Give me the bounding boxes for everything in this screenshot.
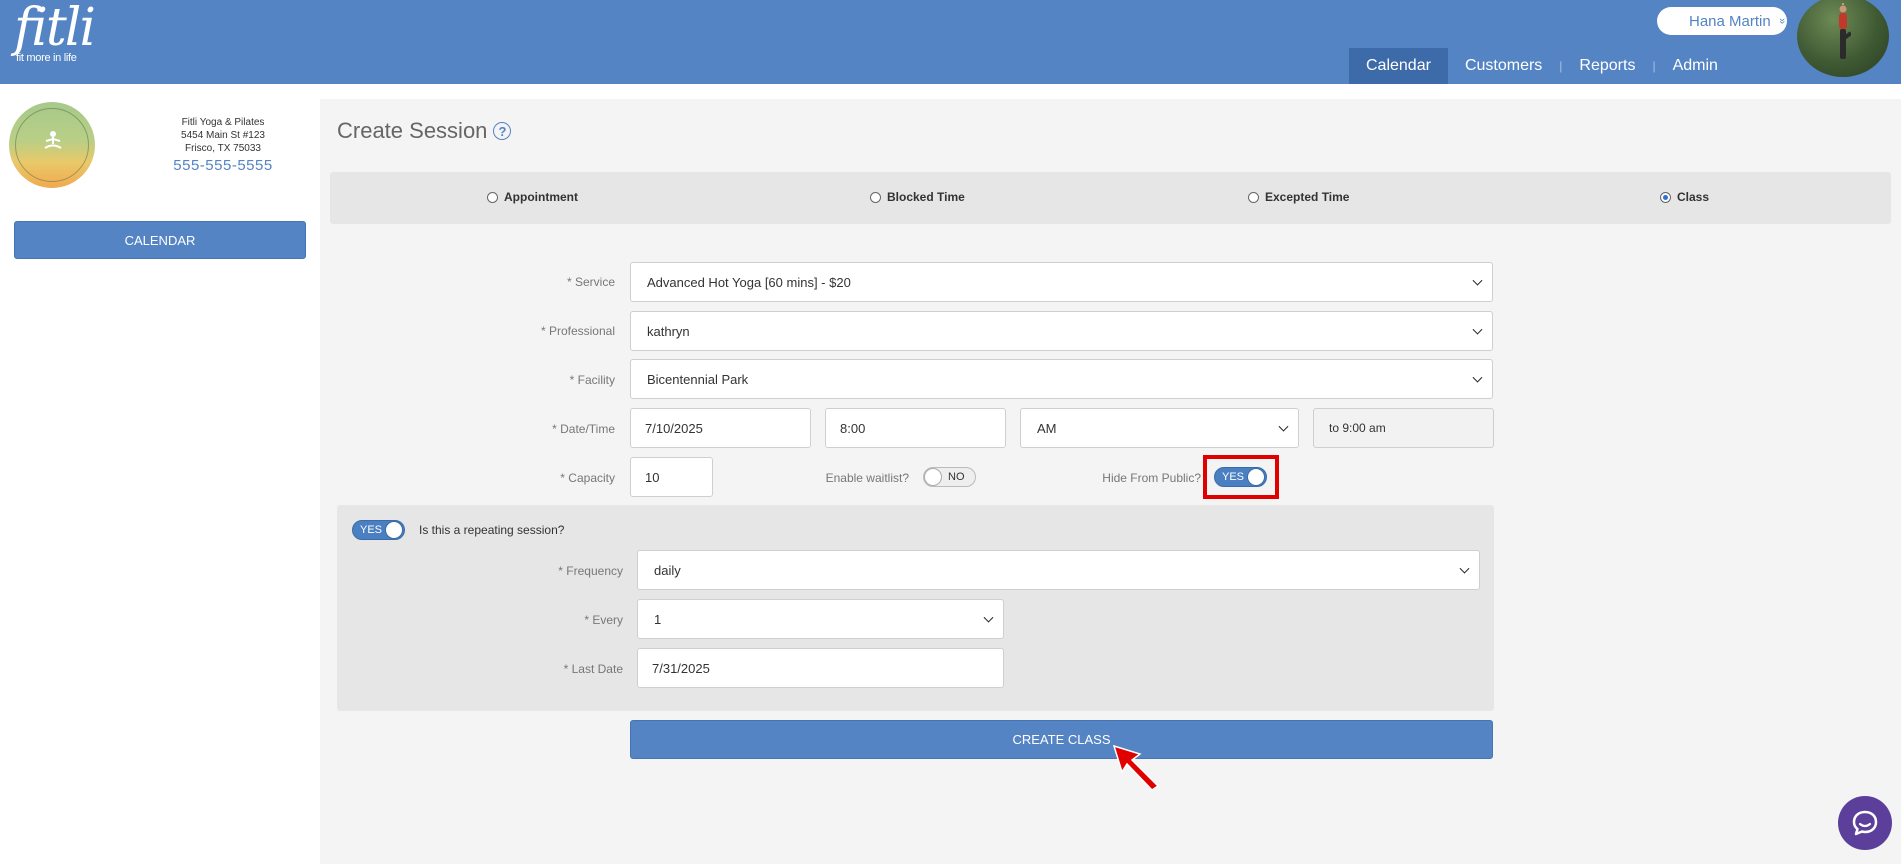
professional-value: kathryn <box>647 323 690 339</box>
professional-select[interactable]: kathryn <box>630 311 1493 351</box>
professional-label: * Professional <box>540 324 615 338</box>
create-class-button[interactable]: CREATE CLASS <box>630 720 1493 759</box>
radio-button[interactable] <box>870 191 881 203</box>
address-line-1: 5454 Main St #123 <box>181 130 265 141</box>
frequency-select[interactable]: daily <box>637 550 1480 590</box>
user-name: Hana Martin <box>1689 12 1771 30</box>
business-logo <box>9 102 95 188</box>
sidebar: Fitli Yoga & Pilates 5454 Main St #123 F… <box>0 84 320 864</box>
radio-label: Blocked Time <box>887 190 965 204</box>
top-bar: fitli fit more in life Hana Martin » Cal… <box>0 0 1901 84</box>
service-label: * Service <box>566 275 615 289</box>
nav-customers[interactable]: Customers <box>1448 48 1559 84</box>
nav-admin[interactable]: Admin <box>1656 48 1735 84</box>
business-phone[interactable]: 555-555-5555 <box>158 158 288 173</box>
user-menu[interactable]: Hana Martin » <box>1657 7 1788 35</box>
radio-class[interactable]: Class <box>1660 190 1709 204</box>
radio-excepted-time[interactable]: Excepted Time <box>1248 190 1349 204</box>
arrow-cursor-icon <box>1112 744 1160 791</box>
ampm-value: AM <box>1037 420 1057 436</box>
every-value: 1 <box>654 611 662 627</box>
address-line-2: Frisco, TX 75033 <box>185 143 261 154</box>
page-title-text: Create Session <box>337 118 488 143</box>
logo-word: fitli <box>14 0 96 58</box>
last-date-value: 7/31/2025 <box>652 660 710 676</box>
radio-label: Class <box>1677 190 1710 204</box>
main-nav: Calendar Customers | Reports | Admin <box>1349 48 1735 84</box>
end-time-display: to 9:00 am <box>1313 408 1494 448</box>
chat-icon <box>1852 810 1878 836</box>
calendar-button[interactable]: CALENDAR <box>14 221 306 259</box>
frequency-label: * Frequency <box>558 564 623 578</box>
service-select[interactable]: Advanced Hot Yoga [60 mins] - $20 <box>630 262 1493 302</box>
datetime-label: * Date/Time <box>552 422 615 436</box>
nav-calendar[interactable]: Calendar <box>1349 48 1448 84</box>
facility-value: Bicentennial Park <box>647 371 749 387</box>
frequency-value: daily <box>654 562 681 578</box>
last-date-label: * Last Date <box>563 662 623 676</box>
annotation-highlight-box <box>1203 455 1279 499</box>
radio-label: Excepted Time <box>1265 190 1350 204</box>
hide-from-public-label: Hide From Public? <box>1102 471 1201 485</box>
time-input[interactable]: 8:00 <box>825 408 1006 448</box>
session-type-bar: Appointment Blocked Time Excepted Time C… <box>330 172 1891 224</box>
page-title: Create Session ? <box>337 118 512 144</box>
radio-button[interactable] <box>487 191 498 203</box>
radio-button-checked[interactable] <box>1660 191 1671 203</box>
radio-blocked-time[interactable]: Blocked Time <box>870 190 965 204</box>
waitlist-toggle[interactable]: NO <box>923 467 976 487</box>
radio-label: Appointment <box>504 190 578 204</box>
last-date-input[interactable]: 7/31/2025 <box>637 648 1004 688</box>
facility-select[interactable]: Bicentennial Park <box>630 359 1493 399</box>
ampm-select[interactable]: AM <box>1020 408 1299 448</box>
capacity-label: * Capacity <box>560 471 615 485</box>
business-info: Fitli Yoga & Pilates 5454 Main St #123 F… <box>158 116 288 173</box>
help-circle-icon[interactable]: ? <box>493 122 512 140</box>
date-value: 7/10/2025 <box>645 420 703 436</box>
repeating-toggle[interactable]: YES <box>352 520 405 540</box>
user-photo-icon <box>1839 3 1851 59</box>
time-value: 8:00 <box>840 420 866 436</box>
toggle-knob <box>385 521 403 539</box>
capacity-input[interactable]: 10 <box>630 457 713 497</box>
every-label: * Every <box>584 613 623 627</box>
toggle-text: NO <box>948 471 965 483</box>
end-time-value: to 9:00 am <box>1329 421 1386 435</box>
capacity-value: 10 <box>645 469 660 485</box>
toggle-text: YES <box>360 524 383 536</box>
repeating-question: Is this a repeating session? <box>419 523 565 537</box>
chat-button[interactable] <box>1838 796 1892 850</box>
fitli-logo[interactable]: fitli fit more in life <box>14 0 96 64</box>
service-value: Advanced Hot Yoga [60 mins] - $20 <box>647 274 851 290</box>
waitlist-label: Enable waitlist? <box>825 471 909 485</box>
nav-reports[interactable]: Reports <box>1562 48 1652 84</box>
chevron-down-icon: » <box>1775 17 1788 25</box>
avatar[interactable] <box>1797 0 1889 77</box>
toggle-knob <box>924 468 942 486</box>
meditation-icon <box>44 131 62 149</box>
radio-appointment[interactable]: Appointment <box>487 190 578 204</box>
date-input[interactable]: 7/10/2025 <box>630 408 811 448</box>
business-name: Fitli Yoga & Pilates <box>181 117 265 128</box>
facility-label: * Facility <box>569 373 615 387</box>
every-select[interactable]: 1 <box>637 599 1004 639</box>
radio-button[interactable] <box>1248 191 1259 203</box>
